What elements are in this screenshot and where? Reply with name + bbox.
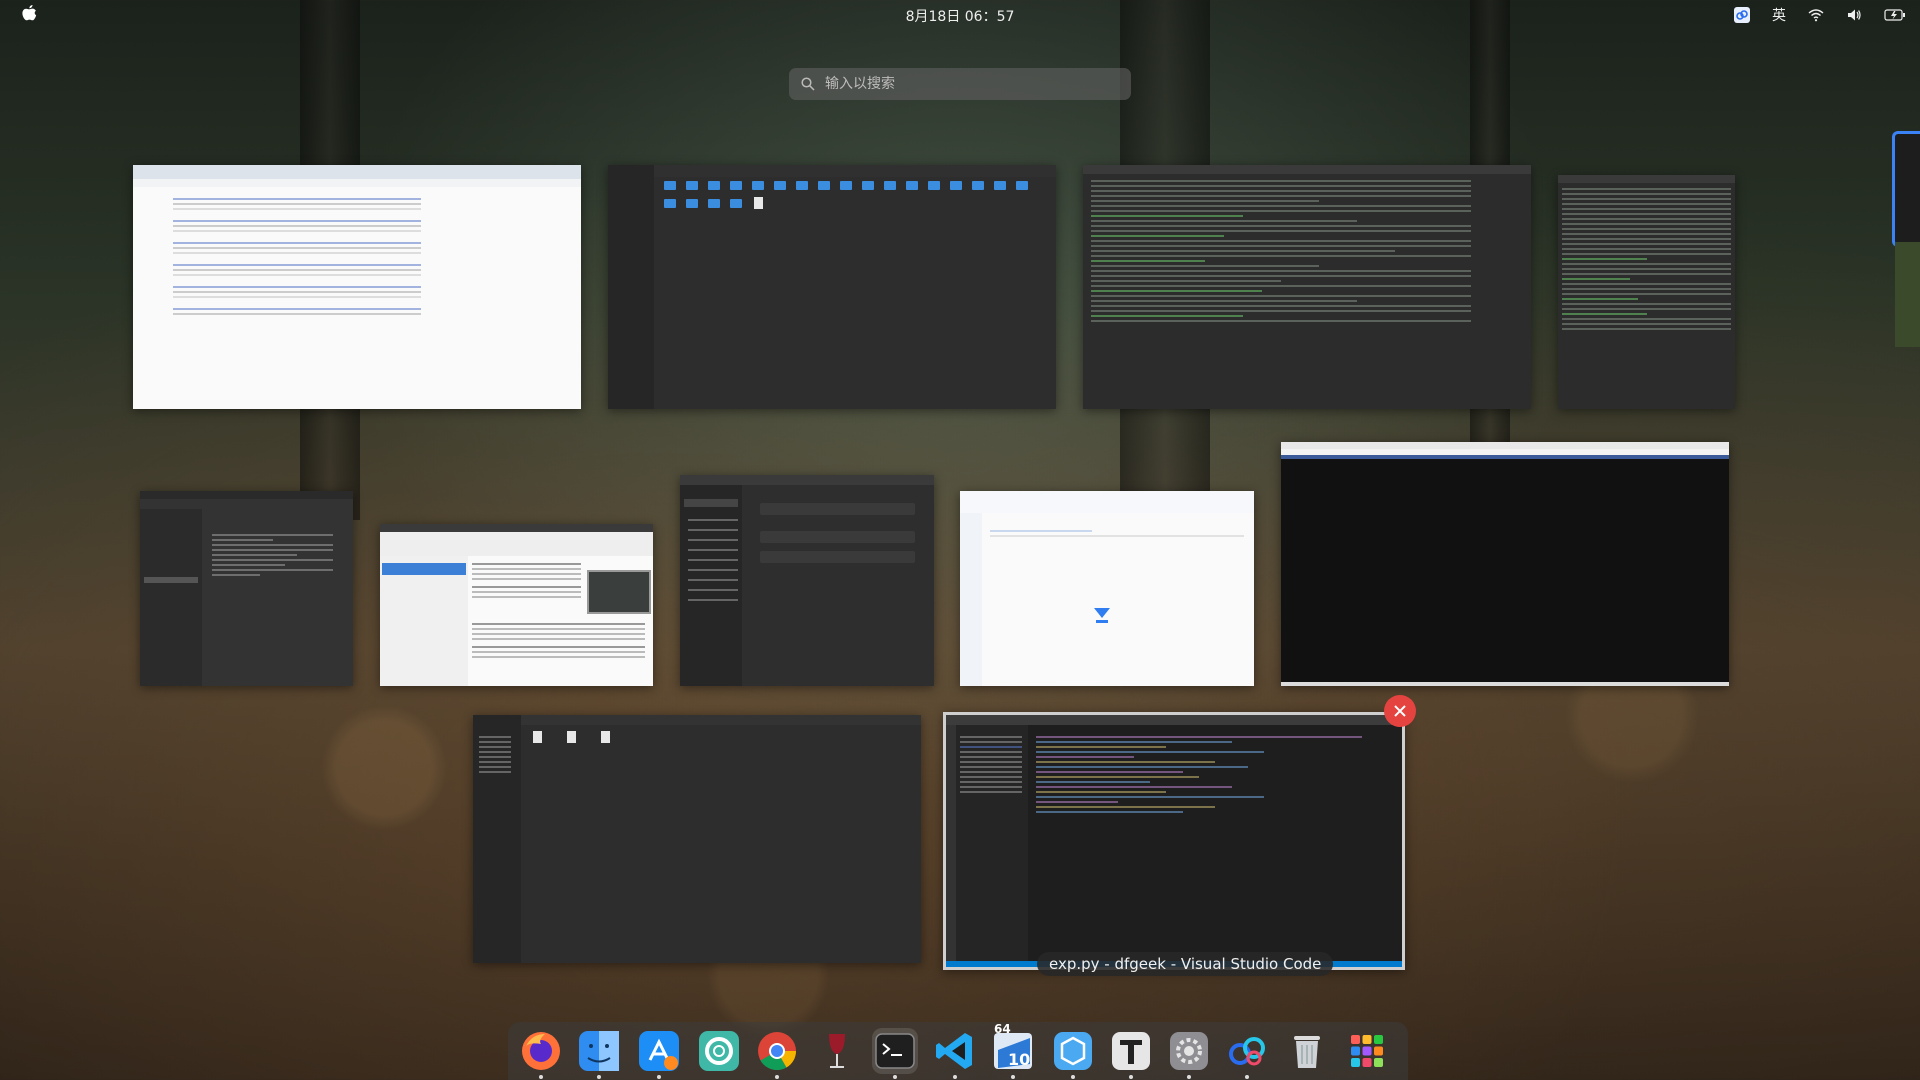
- lifebuoy-icon: [699, 1031, 739, 1071]
- close-window-button[interactable]: [1384, 695, 1416, 727]
- window-thumb-preferences[interactable]: [140, 491, 353, 686]
- close-icon: [1394, 705, 1406, 717]
- dock-app-store[interactable]: [636, 1028, 682, 1079]
- dock: 64 10: [508, 1022, 1408, 1080]
- dock-app-grid[interactable]: [1344, 1028, 1390, 1074]
- search-icon: [801, 77, 815, 91]
- terminal-icon: [875, 1033, 915, 1069]
- firefox-icon: [522, 1032, 560, 1070]
- dock-typora[interactable]: [1108, 1028, 1154, 1079]
- gear-icon: [1170, 1032, 1208, 1070]
- window-thumb-terminal[interactable]: [1083, 165, 1531, 409]
- dock-vscode[interactable]: [932, 1028, 978, 1079]
- dock-finder[interactable]: [576, 1028, 622, 1079]
- baidu-netdisk-tray-icon[interactable]: [1734, 7, 1750, 23]
- dock-wine[interactable]: [814, 1028, 860, 1074]
- window-thumb-files[interactable]: [608, 165, 1056, 409]
- dock-system-settings[interactable]: [1166, 1028, 1212, 1079]
- dock-virtual-machine[interactable]: [1050, 1028, 1096, 1079]
- wine-glass-icon: [829, 1034, 845, 1068]
- vscode-icon: [936, 1033, 972, 1069]
- wifi-icon[interactable]: [1808, 7, 1824, 23]
- volume-icon[interactable]: [1846, 7, 1862, 23]
- cloud-icon: [1229, 1037, 1265, 1066]
- workspace-thumbnail-edge[interactable]: [1895, 242, 1920, 347]
- window-thumb-netdisk[interactable]: [960, 491, 1254, 686]
- window-thumb-blank[interactable]: [1281, 442, 1729, 686]
- dock-terminal[interactable]: [872, 1028, 918, 1079]
- dock-win64[interactable]: 64 10: [990, 1022, 1036, 1079]
- dock-baidu-netdisk[interactable]: [1224, 1028, 1270, 1079]
- win10-badge: 10: [1008, 1050, 1031, 1069]
- app-store-icon: [639, 1031, 679, 1071]
- top-bar: 8月18日 06：57 英: [0, 0, 1920, 30]
- window-thumb-browser[interactable]: [133, 165, 581, 409]
- window-thumb-settings[interactable]: [680, 475, 934, 686]
- overview-search[interactable]: [789, 68, 1131, 100]
- workspace-thumbnail[interactable]: [1892, 131, 1920, 247]
- window-thumb-vscode[interactable]: [943, 712, 1405, 970]
- app-grid-icon: [1351, 1035, 1383, 1067]
- trash-icon: [1294, 1036, 1320, 1068]
- battery-icon[interactable]: [1884, 7, 1906, 23]
- virtual-machine-icon: [1054, 1032, 1092, 1070]
- clock[interactable]: 8月18日 06：57: [0, 6, 1920, 26]
- window-thumb-files[interactable]: [473, 715, 921, 963]
- win64-badge: 64: [994, 1022, 1011, 1036]
- dock-help[interactable]: [696, 1028, 742, 1074]
- input-method-indicator[interactable]: 英: [1772, 5, 1786, 25]
- window-thumb-terminal[interactable]: [1558, 175, 1735, 409]
- search-input[interactable]: [823, 75, 1107, 93]
- dock-trash[interactable]: [1284, 1028, 1330, 1074]
- dock-firefox[interactable]: [518, 1028, 564, 1079]
- window-thumb-virtualbox[interactable]: [380, 524, 653, 686]
- window-title-tooltip: exp.py - dfgeek - Visual Studio Code: [1037, 952, 1334, 976]
- chrome-icon: [758, 1032, 797, 1071]
- typora-icon: [1112, 1032, 1150, 1070]
- finder-icon: [579, 1031, 619, 1071]
- system-tray: 英: [1734, 5, 1906, 25]
- dock-chrome[interactable]: [754, 1028, 800, 1079]
